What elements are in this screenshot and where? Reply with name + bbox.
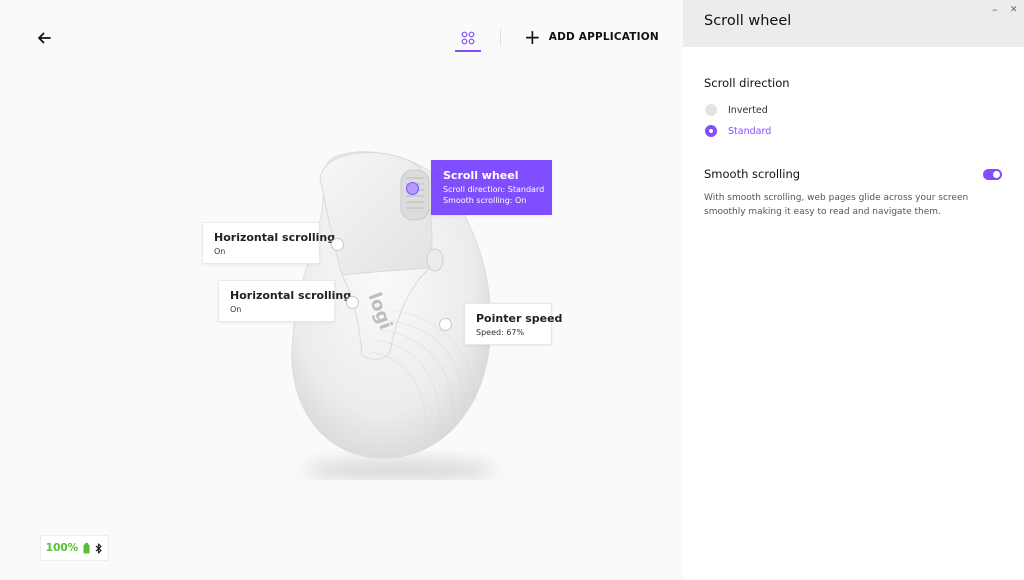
hotspot-scroll-wheel[interactable] bbox=[406, 182, 419, 195]
radio-inverted[interactable]: Inverted bbox=[705, 104, 768, 116]
toggle-knob bbox=[993, 171, 1000, 178]
callout-value: Speed: 67% bbox=[476, 328, 525, 337]
add-application-label: ADD APPLICATION bbox=[548, 31, 659, 43]
callout-value: On bbox=[230, 305, 242, 314]
device-view: + ADD APPLICATION logi Horizontal scroll… bbox=[0, 0, 683, 580]
battery-level: 100% bbox=[45, 542, 79, 554]
callout-title: Horizontal scrolling bbox=[230, 289, 352, 302]
radio-button[interactable] bbox=[705, 125, 717, 137]
callout-horizontal-scrolling-2[interactable]: Horizontal scrolling On bbox=[218, 280, 352, 322]
callout-pointer-speed[interactable]: Pointer speed Speed: 67% bbox=[464, 303, 563, 345]
radio-standard[interactable]: Standard bbox=[705, 125, 771, 137]
hotspot-horizontal-scrolling-1[interactable] bbox=[331, 238, 344, 251]
smooth-scrolling-toggle[interactable] bbox=[983, 169, 1002, 180]
callout-title: Pointer speed bbox=[476, 312, 563, 325]
back-button[interactable] bbox=[34, 28, 54, 48]
panel-title: Scroll wheel bbox=[704, 13, 792, 29]
panel-header: Scroll wheel – ✕ bbox=[683, 0, 1024, 47]
callout-horizontal-scrolling-1[interactable]: Horizontal scrolling On bbox=[202, 222, 336, 264]
callout-scroll-wheel[interactable]: Scroll wheel Scroll direction: Standard … bbox=[431, 160, 552, 215]
radio-button[interactable] bbox=[705, 104, 717, 116]
header-divider bbox=[500, 29, 501, 45]
bluetooth-icon bbox=[95, 542, 102, 554]
callout-line-2: Smooth scrolling: On bbox=[443, 196, 527, 205]
hotspot-horizontal-scrolling-2[interactable] bbox=[346, 296, 359, 309]
tab-buttons-view[interactable] bbox=[455, 26, 481, 52]
close-button[interactable]: ✕ bbox=[1010, 5, 1018, 15]
minimize-button[interactable]: – bbox=[992, 3, 998, 16]
scroll-direction-title: Scroll direction bbox=[704, 76, 790, 90]
battery-status: 100% bbox=[40, 535, 109, 561]
callout-title: Scroll wheel bbox=[443, 169, 519, 182]
smooth-scrolling-description: With smooth scrolling, web pages glide a… bbox=[704, 193, 969, 217]
add-application-button[interactable]: + ADD APPLICATION bbox=[524, 25, 659, 49]
buttons-grid-icon bbox=[461, 31, 475, 45]
plus-icon: + bbox=[524, 25, 541, 49]
radio-label: Inverted bbox=[728, 104, 768, 116]
arrow-left-icon bbox=[38, 32, 51, 44]
callout-title: Horizontal scrolling bbox=[214, 231, 336, 244]
settings-panel: Scroll wheel – ✕ Scroll direction Invert… bbox=[683, 0, 1024, 580]
hotspot-pointer-speed[interactable] bbox=[439, 318, 452, 331]
smooth-scrolling-title: Smooth scrolling bbox=[704, 167, 801, 181]
callout-value: On bbox=[214, 247, 226, 256]
battery-full-icon bbox=[83, 542, 90, 553]
radio-label: Standard bbox=[728, 125, 772, 137]
callout-line-1: Scroll direction: Standard bbox=[443, 185, 545, 194]
